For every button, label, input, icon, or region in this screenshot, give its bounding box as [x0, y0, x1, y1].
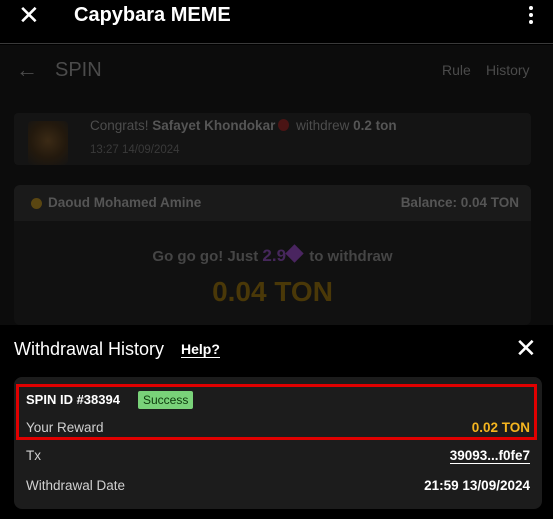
congrats-prefix: Congrats!: [90, 118, 149, 133]
spin-title: SPIN: [55, 59, 102, 81]
message-number: 2.9: [262, 246, 287, 265]
user-name: Daoud Mohamed Amine: [48, 195, 202, 210]
reward-value: 0.02 TON: [471, 420, 530, 435]
close-icon[interactable]: ✕: [515, 335, 537, 361]
withdrawal-date-value: 21:59 13/09/2024: [424, 478, 530, 493]
history-link[interactable]: History: [486, 62, 530, 78]
tx-label: Tx: [26, 448, 41, 463]
withdrawal-date-label: Withdrawal Date: [26, 478, 126, 493]
sheet-title: Withdrawal History: [14, 339, 165, 359]
rule-link[interactable]: Rule: [442, 62, 471, 78]
more-vertical-icon[interactable]: [529, 6, 533, 24]
reward-label: Your Reward: [26, 420, 104, 435]
congrats-timestamp: 13:27 14/09/2024: [90, 144, 180, 156]
spin-header: ← SPIN Rule History: [0, 45, 553, 95]
close-icon[interactable]: ✕: [18, 2, 40, 28]
current-amount: 0.04 TON: [212, 276, 333, 307]
spin-id: SPIN ID #38394: [26, 392, 120, 407]
help-link[interactable]: Help?: [181, 341, 220, 358]
spin-card: Daoud Mohamed Amine Balance: 0.04 TON Go…: [14, 185, 531, 325]
congrats-action: withdrew: [296, 118, 350, 133]
congrats-message: Congrats! Safayet Khondokar withdrew 0.2…: [90, 118, 397, 133]
arrow-left-icon[interactable]: ←: [16, 57, 38, 83]
gem-icon: [285, 244, 304, 263]
spin-card-header: Daoud Mohamed Amine Balance: 0.04 TON: [14, 185, 531, 221]
strawberry-icon: [278, 119, 290, 131]
spin-page-backdrop: ← SPIN Rule History Congrats! Safayet Kh…: [0, 45, 553, 325]
withdrawal-record: SPIN ID #38394 Success Your Reward 0.02 …: [14, 377, 542, 509]
withdrawal-history-sheet: Withdrawal History Help? ✕ SPIN ID #3839…: [0, 325, 553, 519]
tx-link[interactable]: 39093...f0fe7: [449, 448, 530, 464]
congrats-name: Safayet Khondokar: [152, 118, 276, 133]
status-badge: Success: [138, 391, 194, 409]
withdraw-progress-message: Go go go! Just 2.9 to withdraw: [14, 244, 531, 266]
message-prefix: Go go go! Just: [152, 248, 259, 265]
coin-icon: [31, 198, 42, 209]
congrats-amount: 0.2 ton: [353, 118, 397, 133]
app-title: Capybara MEME: [74, 4, 231, 26]
message-suffix: to withdraw: [309, 248, 393, 265]
congrats-ticker: Congrats! Safayet Khondokar withdrew 0.2…: [14, 113, 531, 165]
balance-text: Balance: 0.04 TON: [400, 195, 519, 210]
app-bar: ✕ Capybara MEME: [0, 0, 553, 44]
capybara-avatar: [28, 121, 68, 165]
